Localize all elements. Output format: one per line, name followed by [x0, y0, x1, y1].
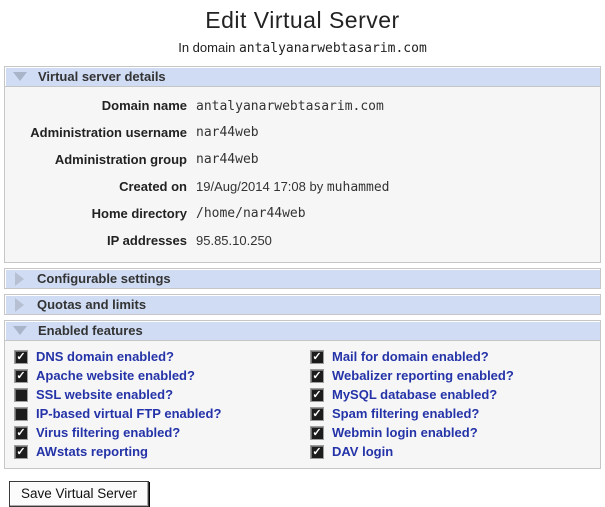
checkbox-ssl-website[interactable]	[14, 387, 28, 402]
section-header-configurable-settings[interactable]: Configurable settings	[4, 268, 601, 289]
collapse-arrow-icon	[13, 326, 27, 335]
feature-row-apache-website: Apache website enabled?	[7, 366, 303, 385]
feature-label-link[interactable]: Webmin login enabled?	[332, 425, 478, 440]
enabled-features-panel: DNS domain enabled? Apache website enabl…	[4, 341, 601, 469]
detail-value: 95.85.10.250	[196, 233, 272, 248]
features-right-column: Mail for domain enabled? Webalizer repor…	[303, 347, 598, 461]
checkbox-dns-domain[interactable]	[14, 349, 28, 364]
checkbox-spam-filtering[interactable]	[310, 406, 324, 421]
detail-label: Administration group	[54, 152, 187, 167]
feature-row-webmin-login: Webmin login enabled?	[303, 423, 598, 442]
checkbox-ip-based-virtual-ftp[interactable]	[14, 406, 28, 421]
feature-row-spam-filtering: Spam filtering enabled?	[303, 404, 598, 423]
features-left-column: DNS domain enabled? Apache website enabl…	[7, 347, 303, 461]
checkbox-mail-for-domain[interactable]	[310, 349, 324, 364]
detail-label: IP addresses	[107, 233, 187, 248]
expand-arrow-icon	[15, 271, 24, 286]
detail-row-home-directory: Home directory /home/nar44web	[5, 200, 600, 227]
checkbox-mysql-database[interactable]	[310, 387, 324, 402]
checkbox-dav-login[interactable]	[310, 444, 324, 459]
main-content: Virtual server details Domain name antal…	[4, 66, 601, 507]
subtitle-prefix: In domain	[178, 40, 236, 55]
page-title: Edit Virtual Server	[205, 7, 400, 33]
feature-label-link[interactable]: IP-based virtual FTP enabled?	[36, 406, 221, 421]
button-row: Save Virtual Server	[9, 481, 601, 507]
checkbox-webalizer-reporting[interactable]	[310, 368, 324, 383]
feature-row-mail-for-domain: Mail for domain enabled?	[303, 347, 598, 366]
detail-label: Administration username	[30, 125, 187, 140]
checkbox-awstats-reporting[interactable]	[14, 444, 28, 459]
checkbox-virus-filtering[interactable]	[14, 425, 28, 440]
checkbox-webmin-login[interactable]	[310, 425, 324, 440]
virtual-server-details-panel: Domain name antalyanarwebtasarim.com Adm…	[4, 87, 601, 263]
feature-row-dns-domain: DNS domain enabled?	[7, 347, 303, 366]
expand-arrow-icon	[15, 297, 24, 312]
feature-label-link[interactable]: Virus filtering enabled?	[36, 425, 180, 440]
section-header-virtual-server-details[interactable]: Virtual server details	[4, 66, 601, 87]
feature-label-link[interactable]: AWstats reporting	[36, 444, 148, 459]
feature-label-link[interactable]: MySQL database enabled?	[332, 387, 497, 402]
feature-label-link[interactable]: Webalizer reporting enabled?	[332, 368, 514, 383]
detail-value: /home/nar44web	[196, 206, 306, 221]
feature-row-ssl-website: SSL website enabled?	[7, 385, 303, 404]
section-header-label: Configurable settings	[37, 271, 171, 286]
section-header-enabled-features[interactable]: Enabled features	[4, 320, 601, 341]
page-subtitle: In domain antalyanarwebtasarim.com	[0, 40, 605, 56]
feature-label-link[interactable]: Mail for domain enabled?	[332, 349, 489, 364]
detail-row-created-on: Created on 19/Aug/2014 17:08 by muhammed	[5, 173, 600, 200]
detail-label: Created on	[119, 179, 187, 194]
detail-value: nar44web	[196, 152, 259, 167]
feature-row-webalizer-reporting: Webalizer reporting enabled?	[303, 366, 598, 385]
feature-label-link[interactable]: Spam filtering enabled?	[332, 406, 479, 421]
detail-row-administration-group: Administration group nar44web	[5, 146, 600, 173]
detail-row-domain-name: Domain name antalyanarwebtasarim.com	[5, 92, 600, 119]
feature-row-virus-filtering: Virus filtering enabled?	[7, 423, 303, 442]
subtitle-domain: antalyanarwebtasarim.com	[238, 41, 427, 56]
feature-label-link[interactable]: SSL website enabled?	[36, 387, 173, 402]
section-header-label: Quotas and limits	[37, 297, 147, 312]
collapse-arrow-icon	[13, 72, 27, 81]
feature-row-ip-based-virtual-ftp: IP-based virtual FTP enabled?	[7, 404, 303, 423]
detail-value: nar44web	[196, 125, 259, 140]
detail-label: Domain name	[101, 98, 187, 113]
feature-row-awstats-reporting: AWstats reporting	[7, 442, 303, 461]
feature-label-link[interactable]: DNS domain enabled?	[36, 349, 174, 364]
checkbox-apache-website[interactable]	[14, 368, 28, 383]
section-header-quotas-and-limits[interactable]: Quotas and limits	[4, 294, 601, 315]
detail-row-ip-addresses: IP addresses 95.85.10.250	[5, 227, 600, 254]
save-virtual-server-button[interactable]: Save Virtual Server	[9, 481, 150, 507]
creator-username: muhammed	[326, 179, 390, 195]
section-header-label: Virtual server details	[38, 69, 166, 84]
detail-label: Home directory	[91, 206, 187, 221]
feature-label-link[interactable]: Apache website enabled?	[36, 368, 195, 383]
detail-row-administration-username: Administration username nar44web	[5, 119, 600, 146]
domain-name-link[interactable]: antalyanarwebtasarim.com	[196, 99, 384, 114]
feature-label-link[interactable]: DAV login	[332, 444, 393, 459]
section-header-label: Enabled features	[38, 323, 143, 338]
detail-value: 19/Aug/2014 17:08 by muhammed	[196, 178, 390, 195]
feature-row-dav-login: DAV login	[303, 442, 598, 461]
feature-row-mysql-database: MySQL database enabled?	[303, 385, 598, 404]
